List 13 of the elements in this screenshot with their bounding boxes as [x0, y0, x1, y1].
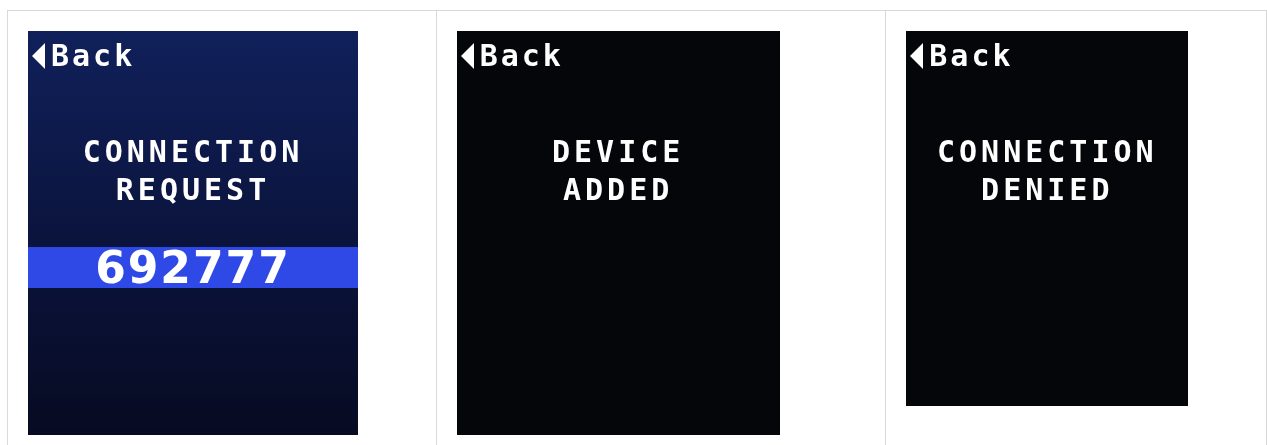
- screen-message: ADDED: [563, 171, 674, 209]
- back-arrow-icon: [460, 43, 474, 69]
- pairing-code: 692777: [28, 247, 358, 288]
- back-link[interactable]: Back: [51, 41, 136, 71]
- back-link[interactable]: Back: [479, 41, 564, 71]
- screen-message: DEVICE: [551, 133, 685, 171]
- screen-message: CONNECTION: [937, 133, 1158, 171]
- screen-message: DENIED: [981, 171, 1114, 209]
- screen-message: CONNECTION: [82, 133, 304, 171]
- back-link[interactable]: Back: [929, 41, 1014, 71]
- screen-message: REQUEST: [115, 171, 271, 209]
- back-arrow-icon: [32, 43, 45, 69]
- back-arrow-icon: [910, 43, 924, 69]
